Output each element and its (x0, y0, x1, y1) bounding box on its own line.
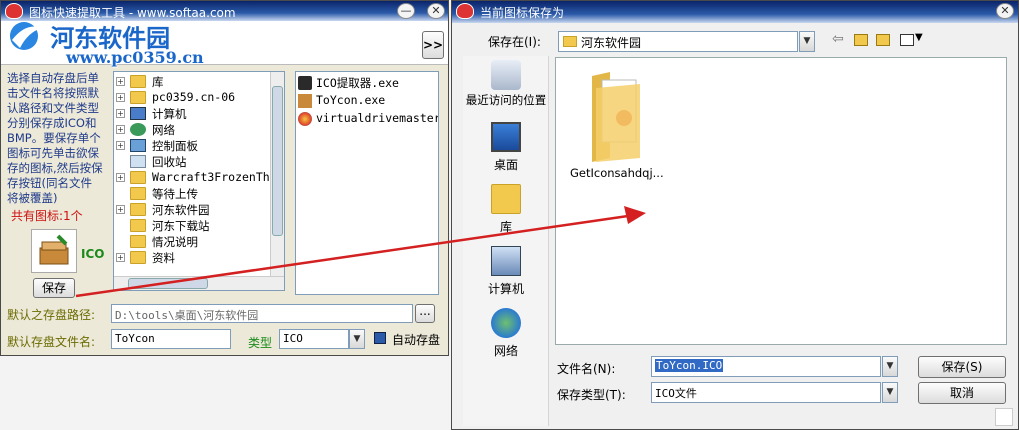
save-in-label: 保存在(I): (488, 35, 541, 49)
toolbox-icon (39, 234, 69, 265)
computer-icon (130, 107, 146, 120)
place-network[interactable]: 网络 (463, 308, 549, 359)
new-folder-icon[interactable] (876, 34, 890, 46)
toolbox-icon (298, 94, 312, 108)
drive-icon (298, 112, 312, 126)
scroll-thumb[interactable] (128, 278, 208, 289)
network-icon (491, 308, 521, 338)
app-icon (456, 3, 474, 19)
icon-count: 共有图标:1个 (11, 209, 83, 223)
folder-item-label: GetIconsahdqj... (570, 166, 664, 180)
folder-icon (130, 251, 146, 264)
scroll-thumb[interactable] (272, 86, 283, 236)
desktop-icon (491, 122, 521, 152)
dialog-title: 当前图标保存为 (480, 6, 565, 20)
tree-vertical-scrollbar[interactable] (270, 72, 284, 276)
place-libraries[interactable]: 库 (463, 184, 549, 235)
save-in-select[interactable]: 河东软件园 (558, 31, 798, 52)
type-label: 类型 (248, 336, 273, 350)
dialog-cancel-button[interactable]: 取消 (918, 382, 1006, 404)
dialog-close-button[interactable]: ✕ (996, 3, 1014, 19)
view-menu-icon[interactable] (900, 34, 914, 46)
dialog-save-button[interactable]: 保存(S) (918, 356, 1006, 378)
recycle-bin-icon (130, 155, 146, 168)
dialog-filetype-select[interactable]: ICO文件 (651, 382, 881, 403)
large-folder-icon (592, 72, 640, 162)
place-recent[interactable]: 最近访问的位置 (463, 60, 549, 107)
chevron-down-icon[interactable]: ▼ (882, 382, 898, 403)
browse-button[interactable]: ... (415, 304, 435, 323)
folder-icon (563, 36, 577, 47)
control-panel-icon (130, 139, 146, 152)
folder-icon (130, 187, 146, 200)
network-icon (130, 123, 146, 136)
chevron-down-icon[interactable]: ▼ (882, 356, 898, 377)
chevron-down-icon[interactable]: ▼ (915, 32, 923, 43)
autosave-checkbox[interactable] (374, 332, 386, 344)
close-button[interactable]: ✕ (427, 3, 445, 19)
help-text: 选择自动存盘后单击文件名将按照默认路径和文件类型分别保存成ICO和BMP。要保存… (7, 71, 103, 205)
ico-tag: ICO (81, 247, 105, 261)
computer-icon (491, 246, 521, 276)
dialog-filename-label: 文件名(N): (557, 362, 616, 376)
watermark: 河东软件园 www.pc0359.cn (6, 18, 204, 67)
watermark-url: www.pc0359.cn (66, 48, 204, 67)
back-icon[interactable]: ⇦ (832, 31, 844, 47)
folder-icon (130, 203, 146, 216)
save-button[interactable]: 保存 (33, 278, 75, 298)
default-path-input[interactable]: D:\tools\桌面\河东软件园 (111, 304, 413, 323)
folder-tree[interactable]: + 库 + pc0359.cn-06 + 计算机 + 网络 + 控制面板 回收站 + War… (113, 71, 285, 291)
folder-item[interactable]: GetIconsahdqj... (570, 66, 664, 180)
file-list[interactable]: ICO提取器.exe ToYcon.exe virtualdrivemaster (295, 71, 439, 295)
filename-label: 默认存盘文件名: (7, 335, 96, 349)
minimize-button[interactable]: — (397, 3, 415, 19)
filename-input[interactable]: ToYcon (111, 329, 231, 349)
dialog-filename-input[interactable]: ToYcon.ICO (651, 356, 881, 377)
places-bar: 最近访问的位置 桌面 库 计算机 网络 (463, 56, 549, 426)
place-desktop[interactable]: 桌面 (463, 122, 549, 173)
place-computer[interactable]: 计算机 (463, 246, 549, 297)
default-path-label: 默认之存盘路径: (7, 308, 96, 322)
file-browser-area[interactable]: GetIconsahdqj... (555, 57, 1007, 345)
app-icon (5, 3, 23, 19)
resize-grip[interactable] (995, 408, 1013, 426)
up-folder-icon[interactable] (854, 34, 868, 46)
folder-icon (130, 171, 146, 184)
dialog-titlebar[interactable]: 当前图标保存为 ✕ (452, 1, 1018, 23)
folder-icon (130, 219, 146, 232)
watermark-logo-icon (10, 22, 42, 50)
autosave-label: 自动存盘 (392, 333, 441, 347)
dialog-filetype-label: 保存类型(T): (557, 388, 626, 402)
chevron-down-icon[interactable]: ▼ (349, 329, 365, 349)
icon-preview[interactable] (31, 229, 77, 273)
folder-icon (130, 235, 146, 248)
chevron-down-icon[interactable]: ▼ (799, 31, 815, 52)
type-select[interactable]: ICO (279, 329, 349, 349)
recent-places-icon (491, 60, 521, 90)
exe-icon (298, 76, 312, 90)
tree-horizontal-scrollbar[interactable] (114, 276, 284, 290)
expand-button[interactable]: >> (422, 31, 444, 59)
folder-icon (130, 75, 146, 88)
user-icon (130, 91, 146, 104)
library-icon (491, 184, 521, 214)
